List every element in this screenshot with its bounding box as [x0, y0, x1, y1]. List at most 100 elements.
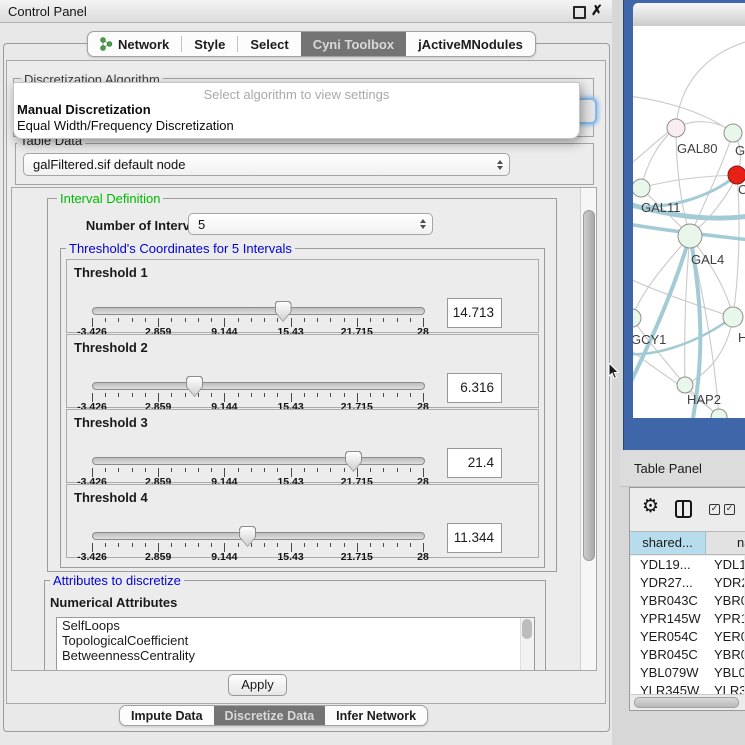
network-node-pink[interactable]: [667, 119, 685, 137]
tab-style[interactable]: Style: [182, 32, 237, 56]
slider-track[interactable]: [92, 307, 425, 315]
attribute-list-item[interactable]: TopologicalCoefficient: [57, 633, 534, 648]
float-window-icon[interactable]: [573, 6, 586, 19]
threshold-value-field[interactable]: 21.4: [447, 448, 502, 478]
settings-vertical-scrollbar[interactable]: [580, 188, 596, 670]
tick-mark: [317, 468, 318, 472]
checkbox-icon[interactable]: ✓: [709, 504, 720, 515]
network-node-green[interactable]: [633, 309, 641, 327]
combobox-stepper-icon: [420, 219, 426, 229]
tick-mark: [105, 468, 106, 472]
table-data-combobox[interactable]: galFiltered.sif default node: [23, 153, 510, 176]
table-cell[interactable]: YDL19...: [631, 556, 707, 574]
tick-mark: [383, 468, 384, 472]
network-node-green[interactable]: [678, 224, 702, 248]
table-row[interactable]: YBL079WYBL0: [631, 664, 744, 682]
tick-mark: [105, 543, 106, 547]
table-cell[interactable]: YLR3: [707, 682, 744, 694]
network-node-label: HA: [738, 330, 745, 345]
network-edge[interactable]: [685, 236, 690, 385]
scrollbar-thumb[interactable]: [583, 210, 595, 561]
tab-network[interactable]: Network: [88, 32, 181, 56]
network-edge[interactable]: [633, 236, 690, 318]
network-edge[interactable]: [641, 128, 676, 188]
network-edge[interactable]: [685, 317, 733, 385]
table-cell[interactable]: YBR0: [707, 592, 744, 610]
threshold-value-field[interactable]: 11.344: [447, 523, 502, 553]
checkbox-icon[interactable]: ✓: [724, 504, 735, 515]
tick-mark: [317, 543, 318, 547]
tab-label: Discretize Data: [225, 709, 315, 723]
table-cell[interactable]: YPR1: [707, 610, 744, 628]
table-row[interactable]: YLR345WYLR3: [631, 682, 744, 694]
algorithm-dropdown-hint: Select algorithm to view settings: [14, 87, 579, 102]
table-row[interactable]: YDR27...YDR2: [631, 574, 744, 592]
table-cell[interactable]: YDL1: [707, 556, 744, 574]
network-edge[interactable]: [676, 42, 745, 128]
tab-jactivemnodules[interactable]: jActiveMNodules: [406, 32, 535, 56]
tick-mark: [211, 543, 212, 547]
table-row[interactable]: YDL19...YDL1: [631, 556, 744, 574]
number-of-intervals-combobox[interactable]: 5: [188, 213, 433, 235]
tick-mark: [383, 543, 384, 547]
tick-mark: [370, 393, 371, 397]
table-cell[interactable]: YBL0: [707, 664, 744, 682]
table-cell[interactable]: YPR145W: [631, 610, 707, 628]
table-cell[interactable]: YER054C: [631, 628, 707, 646]
table-row[interactable]: YPR145WYPR1: [631, 610, 744, 628]
table-row[interactable]: YER054CYER0: [631, 628, 744, 646]
table-row[interactable]: YBR043CYBR0: [631, 592, 744, 610]
apply-button[interactable]: Apply: [228, 674, 287, 696]
column-header-name[interactable]: na: [706, 532, 745, 554]
close-icon[interactable]: ✗: [591, 2, 603, 19]
table-horizontal-scrollbar[interactable]: [631, 694, 744, 709]
gear-icon[interactable]: ⚙: [642, 495, 659, 517]
table-cell[interactable]: YBR043C: [631, 592, 707, 610]
scrollbar-thumb[interactable]: [522, 619, 532, 639]
scrollbar-thumb[interactable]: [634, 697, 739, 708]
network-node-green[interactable]: [723, 307, 743, 327]
threshold-value-field[interactable]: 14.713: [447, 298, 502, 328]
slider-track[interactable]: [92, 532, 425, 540]
threshold-label: Threshold 4: [74, 490, 148, 505]
table-cell[interactable]: YBR0: [707, 646, 744, 664]
attribute-list-item[interactable]: SelfLoops: [57, 618, 534, 633]
tab-select[interactable]: Select: [238, 32, 300, 56]
table-cell[interactable]: YLR345W: [631, 682, 707, 694]
table-cell[interactable]: YBR045C: [631, 646, 707, 664]
algorithm-dropdown-popup: Select algorithm to view settings Manual…: [13, 82, 580, 139]
tab-infer-network[interactable]: Infer Network: [325, 706, 427, 725]
slider-track[interactable]: [92, 382, 425, 390]
algorithm-option-manual[interactable]: Manual Discretization: [14, 102, 579, 118]
table-cell[interactable]: YER0: [707, 628, 744, 646]
network-window-titlebar[interactable]: [633, 3, 745, 27]
attribute-list-item[interactable]: BetweennessCentrality: [57, 648, 534, 663]
table-cell[interactable]: YBL079W: [631, 664, 707, 682]
network-edge[interactable]: [633, 278, 733, 317]
network-view-canvas[interactable]: GAL80GACGAL11GAL4GCY1HAHAP2: [633, 26, 745, 418]
attributes-list-scrollbar[interactable]: [520, 618, 534, 671]
network-node-green[interactable]: [724, 124, 742, 142]
table-cell[interactable]: YDR2: [707, 574, 744, 592]
network-node-green[interactable]: [633, 179, 650, 197]
tick-mark: [317, 318, 318, 322]
algorithm-option-equal-width[interactable]: Equal Width/Frequency Discretization: [14, 118, 579, 134]
tab-discretize-data[interactable]: Discretize Data: [214, 706, 326, 725]
slider-track[interactable]: [92, 457, 425, 465]
network-node-green[interactable]: [711, 409, 727, 418]
network-graph[interactable]: GAL80GACGAL11GAL4GCY1HAHAP2: [633, 26, 745, 418]
tab-impute-data[interactable]: Impute Data: [120, 706, 214, 725]
table-cell[interactable]: YDR27...: [631, 574, 707, 592]
column-header-shared-name[interactable]: shared...: [630, 532, 706, 554]
network-edge[interactable]: [633, 236, 690, 390]
network-node-green[interactable]: [677, 377, 693, 393]
tick-mark: [171, 318, 172, 322]
tab-label: Cyni Toolbox: [313, 37, 394, 52]
tab-cyni-toolbox[interactable]: Cyni Toolbox: [301, 32, 406, 56]
table-row[interactable]: YBR045CYBR0: [631, 646, 744, 664]
tick-mark: [105, 393, 106, 397]
threshold-value-field[interactable]: 6.316: [447, 373, 502, 403]
table-data-combobox-value: galFiltered.sif default node: [33, 157, 185, 172]
tab-label: Select: [250, 37, 288, 52]
split-view-icon[interactable]: [675, 500, 692, 518]
